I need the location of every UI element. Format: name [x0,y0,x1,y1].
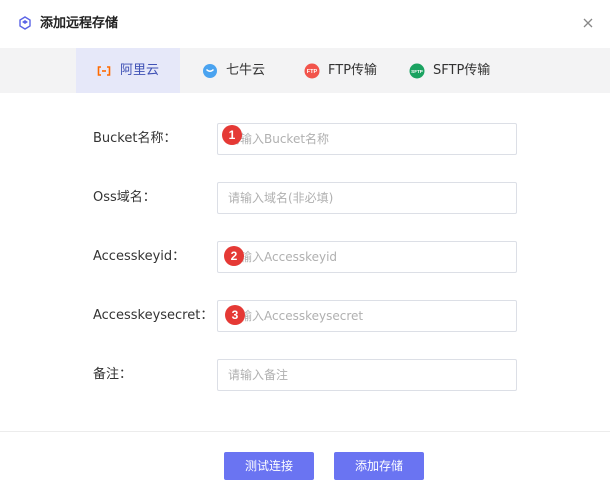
tab-label: FTP传输 [328,62,378,78]
dialog-header: 添加远程存储 [0,0,610,48]
form-row-accesskeyid: Accesskeyid： 2 [0,241,610,273]
tab-aliyun[interactable]: 阿里云 [76,48,180,93]
test-connection-button[interactable]: 测试连接 [224,452,314,480]
tab-label: SFTP传输 [433,62,491,78]
oss-domain-input[interactable] [217,182,517,214]
accesskeyid-label: Accesskeyid： [93,249,186,264]
tab-qiniu[interactable]: 七牛云 [202,48,265,93]
tab-label: 阿里云 [120,62,160,78]
accesskeysecret-input[interactable] [217,300,517,332]
oss-domain-label: Oss域名： [93,190,156,205]
svg-text:SFTP: SFTP [411,69,423,74]
tab-ftp[interactable]: FTP FTP传输 [304,48,377,93]
annotation-marker: 2 [224,246,244,266]
tab-label: 七牛云 [226,62,266,78]
accesskeyid-input[interactable] [217,241,517,273]
tab-sftp[interactable]: SFTP SFTP传输 [409,48,490,93]
accesskeysecret-label: Accesskeysecret： [93,308,214,323]
annotation-marker: 3 [225,305,245,325]
form-row-oss-domain: Oss域名： [0,182,610,214]
form-row-remark: 备注： [0,359,610,391]
add-remote-storage-dialog: 添加远程存储 阿里云 七牛云 FTP FTP传输 SFTP SFTP传输 Buc… [0,0,610,500]
annotation-marker: 1 [222,125,242,145]
storage-icon [19,16,31,30]
dialog-title: 添加远程存储 [40,16,119,31]
sftp-icon: SFTP [409,63,425,78]
add-storage-button[interactable]: 添加存储 [334,452,424,480]
qiniu-icon [203,63,217,78]
storage-type-tabs: 阿里云 七牛云 FTP FTP传输 SFTP SFTP传输 [0,48,610,93]
form-row-bucket: Bucket名称： 1 [0,123,610,155]
remark-input[interactable] [217,359,517,391]
bucket-name-label: Bucket名称： [93,131,177,146]
remark-label: 备注： [93,367,133,382]
form-row-accesskeysecret: Accesskeysecret： 3 [0,300,610,332]
ftp-icon: FTP [304,63,320,78]
svg-text:FTP: FTP [307,69,318,75]
bucket-name-input[interactable] [217,123,517,155]
close-icon[interactable] [580,15,596,31]
footer-divider [0,431,610,432]
aliyun-icon [97,65,111,76]
